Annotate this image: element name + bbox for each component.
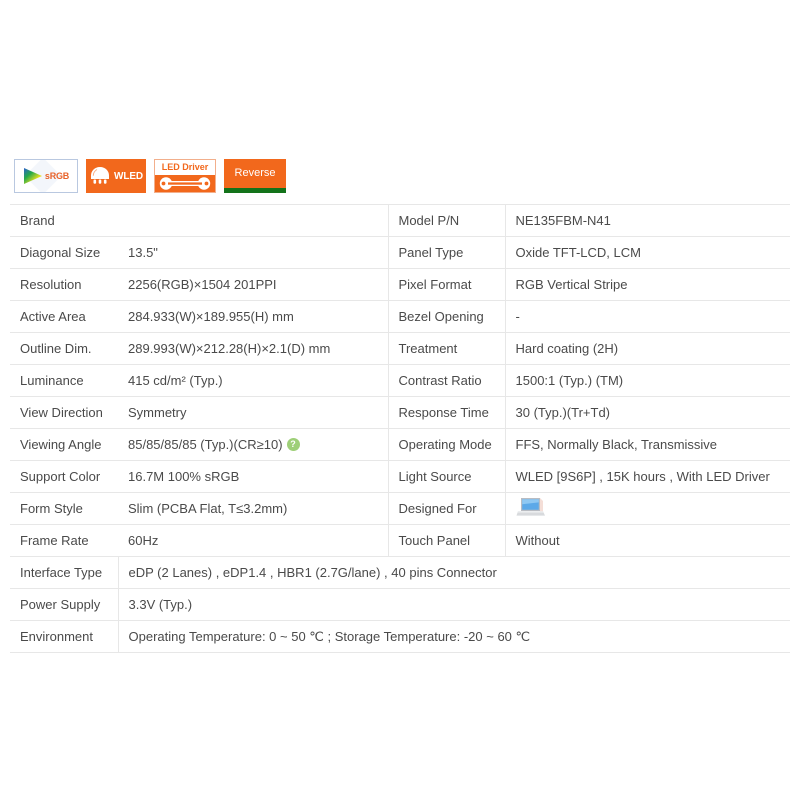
spec-label2: Designed For xyxy=(387,492,505,525)
spec-value: 13.5" xyxy=(118,236,388,269)
spec-value: 284.933(W)×189.955(H) mm xyxy=(118,300,388,333)
spec-label2: Bezel Opening xyxy=(387,300,505,333)
page-root: sRGB WLED LED Driver Reverse Brand Model… xyxy=(0,0,800,800)
led-driver-connector-icon xyxy=(155,175,215,192)
help-icon[interactable]: ? xyxy=(286,437,300,451)
spec-label: Resolution xyxy=(10,268,118,301)
spec-label2: Response Time xyxy=(387,396,505,429)
table-row: Environment Operating Temperature: 0 ~ 5… xyxy=(10,620,790,653)
table-row: Luminance 415 cd/m² (Typ.) Contrast Rati… xyxy=(10,364,790,397)
spec-label: View Direction xyxy=(10,396,118,429)
spec-value: 16.7M 100% sRGB xyxy=(118,460,388,493)
spec-value: 415 cd/m² (Typ.) xyxy=(118,364,388,397)
panel-specification-table: Brand Model P/N NE135FBM-N41 Diagonal Si… xyxy=(10,204,790,653)
spec-label: Outline Dim. xyxy=(10,332,118,365)
feature-badge-strip: sRGB WLED LED Driver Reverse xyxy=(14,156,286,196)
spec-value2: - xyxy=(504,300,790,333)
spec-value2: 1500:1 (Typ.) (TM) xyxy=(504,364,790,397)
laptop-icon xyxy=(516,496,546,522)
spec-label2: Panel Type xyxy=(387,236,505,269)
spec-value: eDP (2 Lanes) , eDP1.4 , HBR1 (2.7G/lane… xyxy=(117,556,790,589)
table-row: Frame Rate 60Hz Touch Panel Without xyxy=(10,524,790,557)
spec-value2: Without xyxy=(504,524,790,557)
spec-label2: Light Source xyxy=(387,460,505,493)
badge-reverse-label: Reverse xyxy=(234,167,276,179)
spec-value-cell: 85/85/85/85 (Typ.)(CR≥10)? xyxy=(118,428,388,461)
spec-label: Diagonal Size xyxy=(10,236,118,269)
spec-value: 289.993(W)×212.28(H)×2.1(D) mm xyxy=(118,332,388,365)
spec-label: Form Style xyxy=(10,492,118,525)
table-row: Form Style Slim (PCBA Flat, T≤3.2mm) Des… xyxy=(10,492,790,525)
spec-label: Luminance xyxy=(10,364,118,397)
badge-led-driver-label: LED Driver xyxy=(155,160,215,175)
spec-value: 85/85/85/85 (Typ.)(CR≥10) xyxy=(128,436,283,452)
spec-value: 60Hz xyxy=(118,524,388,557)
spec-label: Frame Rate xyxy=(10,524,118,557)
table-row: Support Color 16.7M 100% sRGB Light Sour… xyxy=(10,460,790,493)
spec-label: Power Supply xyxy=(10,588,118,621)
color-gamut-triangle-icon xyxy=(23,167,43,185)
spec-label: Interface Type xyxy=(10,556,118,589)
spec-value: 2256(RGB)×1504 201PPI xyxy=(118,268,388,301)
spec-value2: Oxide TFT-LCD, LCM xyxy=(504,236,790,269)
table-row: Brand Model P/N NE135FBM-N41 xyxy=(10,204,790,237)
spec-value xyxy=(118,204,388,237)
spec-label: Environment xyxy=(10,620,118,653)
table-row: Diagonal Size 13.5" Panel Type Oxide TFT… xyxy=(10,236,790,269)
table-row: Power Supply 3.3V (Typ.) xyxy=(10,588,790,621)
spec-value2-cell xyxy=(504,492,790,525)
table-row: Active Area 284.933(W)×189.955(H) mm Bez… xyxy=(10,300,790,333)
spec-value2-model-pn: NE135FBM-N41 xyxy=(504,204,790,237)
badge-srgb[interactable]: sRGB xyxy=(14,159,78,193)
spec-label2: Pixel Format xyxy=(387,268,505,301)
spec-value: 3.3V (Typ.) xyxy=(117,588,790,621)
spec-label2: Treatment xyxy=(387,332,505,365)
spec-value2: Hard coating (2H) xyxy=(504,332,790,365)
led-bulb-icon xyxy=(89,166,111,186)
spec-label2: Contrast Ratio xyxy=(387,364,505,397)
table-row: Outline Dim. 289.993(W)×212.28(H)×2.1(D)… xyxy=(10,332,790,365)
badge-srgb-label: sRGB xyxy=(44,171,70,181)
badge-wled[interactable]: WLED xyxy=(86,159,146,193)
spec-label2: Operating Mode xyxy=(387,428,505,461)
spec-value2: WLED [9S6P] , 15K hours , With LED Drive… xyxy=(504,460,790,493)
spec-value: Symmetry xyxy=(118,396,388,429)
spec-value2: RGB Vertical Stripe xyxy=(504,268,790,301)
spec-value2: 30 (Typ.)(Tr+Td) xyxy=(504,396,790,429)
table-row: Interface Type eDP (2 Lanes) , eDP1.4 , … xyxy=(10,556,790,589)
table-row: Viewing Angle 85/85/85/85 (Typ.)(CR≥10)?… xyxy=(10,428,790,461)
spec-value: Operating Temperature: 0 ~ 50 ℃ ; Storag… xyxy=(117,620,790,653)
spec-label: Support Color xyxy=(10,460,118,493)
badge-led-driver[interactable]: LED Driver xyxy=(154,159,216,193)
spec-label2: Model P/N xyxy=(387,204,505,237)
badge-reverse[interactable]: Reverse xyxy=(224,159,286,193)
badge-wled-label: WLED xyxy=(113,170,144,182)
table-row: View Direction Symmetry Response Time 30… xyxy=(10,396,790,429)
table-row: Resolution 2256(RGB)×1504 201PPI Pixel F… xyxy=(10,268,790,301)
spec-label: Brand xyxy=(10,204,118,237)
spec-value2: FFS, Normally Black, Transmissive xyxy=(504,428,790,461)
reverse-underline-icon xyxy=(224,188,286,193)
spec-label: Viewing Angle xyxy=(10,428,118,461)
spec-label2: Touch Panel xyxy=(387,524,505,557)
spec-value: Slim (PCBA Flat, T≤3.2mm) xyxy=(118,492,388,525)
spec-label: Active Area xyxy=(10,300,118,333)
